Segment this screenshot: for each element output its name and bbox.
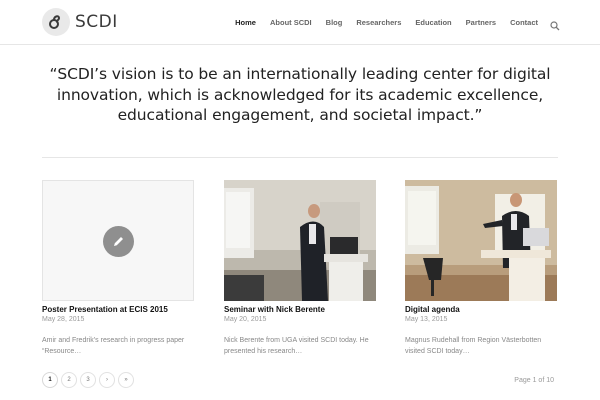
post-date: May 13, 2015 <box>405 316 448 323</box>
post-excerpt: Magnus Rudehall from Region Västerbotten… <box>405 337 542 355</box>
logo-mark-icon <box>42 8 70 36</box>
post-date: May 20, 2015 <box>224 316 267 323</box>
site-header: SCDI Home About SCDI Blog Researchers Ed… <box>0 0 600 45</box>
post-photo[interactable] <box>224 180 376 301</box>
page-info: Page 1 of 10 <box>514 377 554 384</box>
nav-researchers[interactable]: Researchers <box>356 18 401 27</box>
page-2-button[interactable]: 2 <box>61 372 77 388</box>
nav-contact[interactable]: Contact <box>510 18 538 27</box>
post-date: May 28, 2015 <box>42 316 85 323</box>
main-nav: Home About SCDI Blog Researchers Educati… <box>221 0 560 45</box>
next-page-button[interactable]: › <box>99 372 115 388</box>
nav-about[interactable]: About SCDI <box>270 18 312 27</box>
vision-quote: “SCDI’s vision is to be an international… <box>49 65 551 124</box>
post-card: Digital agenda May 13, 2015 Magnus Rudeh… <box>405 180 557 357</box>
nav-education[interactable]: Education <box>415 18 451 27</box>
post-title[interactable]: Poster Presentation at ECIS 2015 <box>42 305 194 315</box>
post-title[interactable]: Digital agenda <box>405 305 557 315</box>
section-divider <box>42 157 558 158</box>
post-photo[interactable] <box>405 180 557 301</box>
nav-partners[interactable]: Partners <box>466 18 496 27</box>
post-title[interactable]: Seminar with Nick Berente <box>224 305 376 315</box>
nav-blog[interactable]: Blog <box>326 18 343 27</box>
pencil-icon <box>103 226 134 257</box>
page-1-button[interactable]: 1 <box>42 372 58 388</box>
pagination: 1 2 3 › » <box>42 372 137 388</box>
site-logo[interactable]: SCDI <box>42 8 118 36</box>
post-excerpt: Nick Berente from UGA visited SCDI today… <box>224 337 369 355</box>
nav-home[interactable]: Home <box>235 18 256 27</box>
post-card: Poster Presentation at ECIS 2015 May 28,… <box>42 180 194 357</box>
last-page-button[interactable]: » <box>118 372 134 388</box>
post-card: Seminar with Nick Berente May 20, 2015 N… <box>224 180 376 357</box>
logo-text: SCDI <box>75 12 118 32</box>
search-icon[interactable] <box>550 18 560 30</box>
post-excerpt: Amir and Fredrik’s research in progress … <box>42 337 185 355</box>
page-3-button[interactable]: 3 <box>80 372 96 388</box>
post-thumbnail[interactable] <box>42 180 194 301</box>
